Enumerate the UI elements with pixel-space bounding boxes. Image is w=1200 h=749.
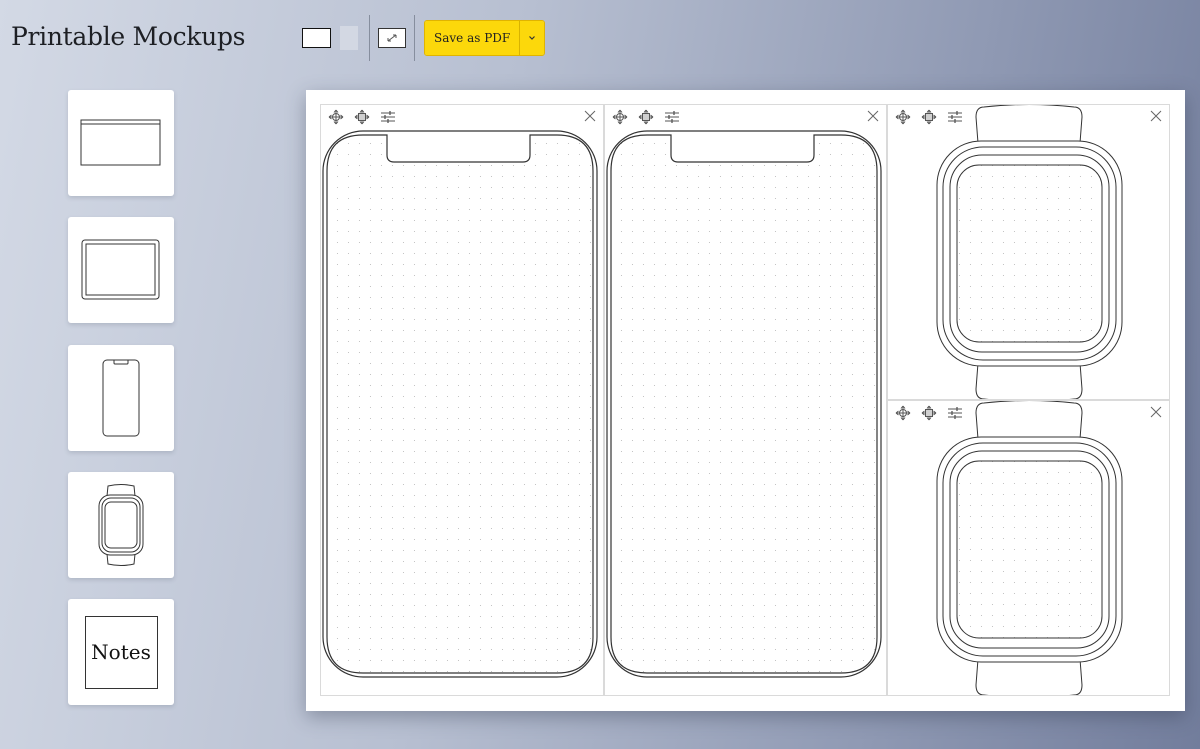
close-icon[interactable] <box>582 108 598 124</box>
palette-item-tablet[interactable] <box>68 217 174 323</box>
toolbar-divider <box>414 15 415 61</box>
frame-toolbar <box>609 109 683 125</box>
close-icon[interactable] <box>1148 404 1164 420</box>
tablet-icon <box>81 239 160 300</box>
move-content-icon[interactable] <box>635 109 657 125</box>
move-content-icon[interactable] <box>918 405 940 421</box>
move-icon[interactable] <box>325 109 347 125</box>
watch-outline <box>936 401 1123 695</box>
mockup-canvas <box>306 90 1185 711</box>
device-frame-phone[interactable] <box>320 104 604 696</box>
device-frame-watch[interactable] <box>887 400 1170 696</box>
close-icon[interactable] <box>865 108 881 124</box>
move-icon[interactable] <box>609 109 631 125</box>
save-options-button[interactable] <box>519 21 545 55</box>
move-content-icon[interactable] <box>351 109 373 125</box>
phone-icon <box>102 359 140 437</box>
phone-outline <box>606 130 882 678</box>
browser-window-icon <box>80 119 161 166</box>
settings-sliders-icon[interactable] <box>944 405 966 421</box>
toolbar-divider <box>369 15 370 61</box>
move-icon[interactable] <box>892 109 914 125</box>
device-frame-phone[interactable] <box>604 104 887 696</box>
phone-outline <box>322 130 598 678</box>
palette-item-notes[interactable]: Notes <box>68 599 174 705</box>
palette-item-browser[interactable] <box>68 90 174 196</box>
settings-sliders-icon[interactable] <box>377 109 399 125</box>
app-title: Printable Mockups <box>11 22 246 51</box>
portrait-orientation-button[interactable] <box>340 26 358 50</box>
settings-sliders-icon[interactable] <box>661 109 683 125</box>
toolbar: Save as PDF <box>302 14 546 62</box>
move-icon[interactable] <box>892 405 914 421</box>
fit-screen-icon <box>387 34 397 42</box>
frame-toolbar <box>325 109 399 125</box>
settings-sliders-icon[interactable] <box>944 109 966 125</box>
frame-toolbar <box>892 405 966 421</box>
watch-outline <box>936 105 1123 399</box>
save-as-pdf-button[interactable]: Save as PDF <box>425 21 520 55</box>
save-split-button: Save as PDF <box>424 20 546 56</box>
fit-screen-button[interactable] <box>378 28 406 48</box>
chevron-down-icon <box>529 36 536 40</box>
frame-toolbar <box>892 109 966 125</box>
close-icon[interactable] <box>1148 108 1164 124</box>
watch-icon <box>98 484 144 566</box>
palette-item-phone[interactable] <box>68 345 174 451</box>
device-frame-watch[interactable] <box>887 104 1170 400</box>
move-content-icon[interactable] <box>918 109 940 125</box>
notes-label: Notes <box>84 615 158 689</box>
landscape-orientation-button[interactable] <box>302 28 331 48</box>
palette-item-watch[interactable] <box>68 472 174 578</box>
